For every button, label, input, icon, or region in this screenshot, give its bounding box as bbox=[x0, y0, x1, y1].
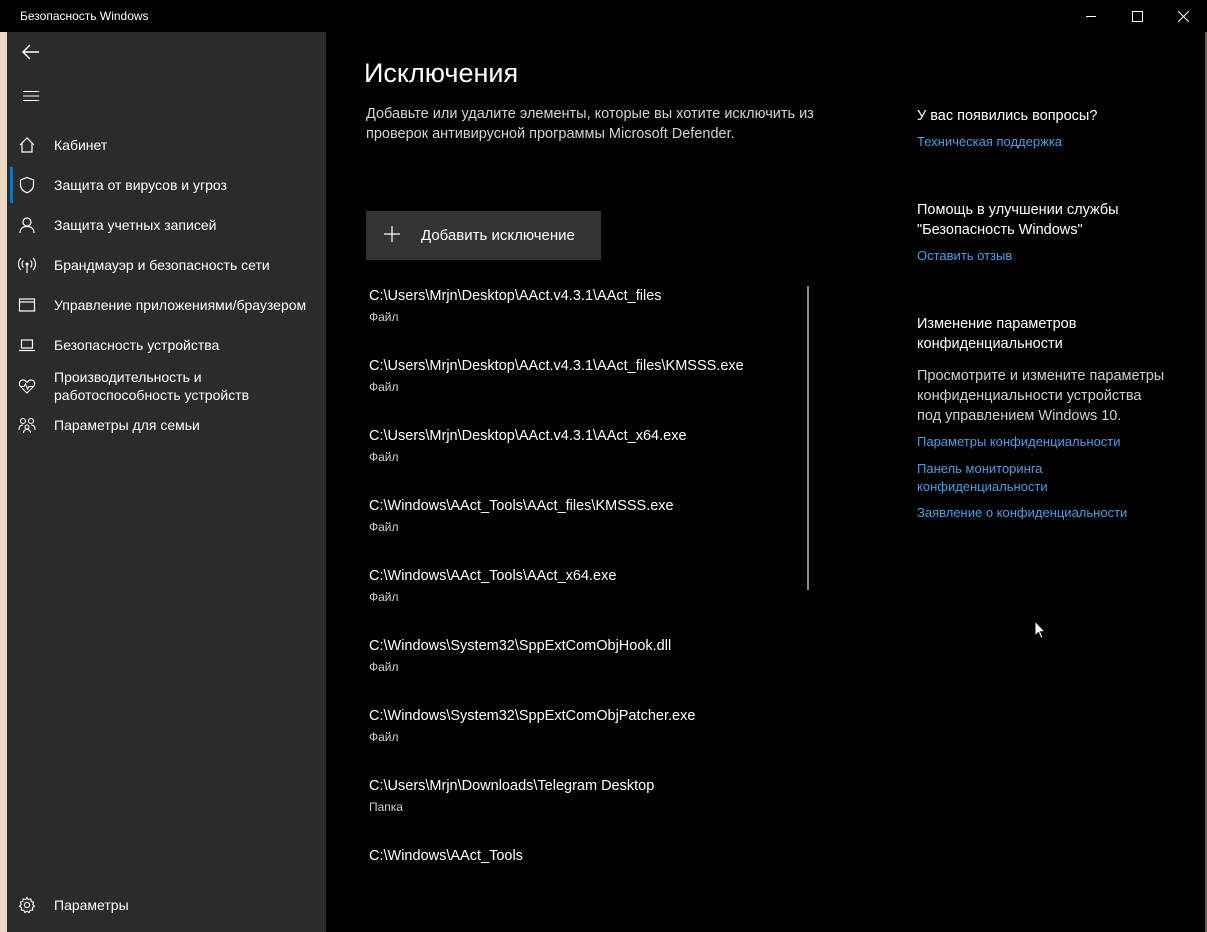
mouse-pointer-icon bbox=[1034, 619, 1047, 645]
sidebar-item-label: Защита учетных записей bbox=[54, 217, 217, 233]
sidebar-item-firewall[interactable]: Брандмауэр и безопасность сети bbox=[7, 247, 326, 283]
close-icon bbox=[1177, 10, 1189, 22]
exclusion-type: Файл bbox=[369, 730, 399, 744]
family-icon bbox=[17, 415, 37, 435]
sidebar-item-family-options[interactable]: Параметры для семьи bbox=[7, 407, 326, 443]
app-window-icon bbox=[17, 295, 37, 315]
person-icon bbox=[17, 215, 37, 235]
vertical-scrollbar[interactable] bbox=[807, 286, 809, 590]
add-exclusion-label: Добавить исключение bbox=[421, 227, 575, 244]
exclusion-item[interactable]: C:\Windows\System32\SppExtComObjHook.dll… bbox=[369, 637, 799, 697]
exclusion-type: Файл bbox=[369, 660, 399, 674]
sidebar-item-label: Брандмауэр и безопасность сети bbox=[54, 257, 270, 273]
exclusion-path: C:\Users\Mrjn\Downloads\Telegram Desktop bbox=[369, 778, 655, 794]
sidebar-item-label: Производительность и работоспособность у… bbox=[54, 369, 250, 403]
exclusion-item[interactable]: C:\Windows\System32\SppExtComObjPatcher.… bbox=[369, 707, 799, 767]
exclusion-path: C:\Users\Mrjn\Desktop\AAct.v4.3.1\AAct_f… bbox=[369, 358, 744, 374]
exclusion-type: Файл bbox=[369, 310, 399, 324]
heart-pulse-icon bbox=[17, 376, 37, 396]
sidebar-item-home[interactable]: Кабинет bbox=[7, 127, 326, 163]
exclusion-path: C:\Windows\System32\SppExtComObjPatcher.… bbox=[369, 708, 696, 724]
gear-icon bbox=[17, 895, 37, 915]
privacy-dashboard-link[interactable]: Панель мониторинга конфиденциальности bbox=[917, 460, 1087, 496]
desktop-background-edge bbox=[0, 32, 7, 932]
improve-heading: Помощь в улучшении службы "Безопасность … bbox=[917, 202, 1119, 238]
add-exclusion-button[interactable]: Добавить исключение bbox=[366, 211, 601, 260]
sidebar: Кабинет Защита от вирусов и угроз Защита… bbox=[7, 32, 326, 932]
questions-heading: У вас появились вопросы? bbox=[917, 108, 1098, 124]
sidebar-item-label: Параметры bbox=[54, 897, 129, 913]
privacy-settings-link[interactable]: Параметры конфиденциальности bbox=[917, 433, 1167, 451]
exclusion-path: C:\Windows\AAct_Tools\AAct_x64.exe bbox=[369, 568, 617, 584]
sidebar-item-label: Кабинет bbox=[54, 137, 108, 153]
exclusion-item[interactable]: C:\Users\Mrjn\Desktop\AAct.v4.3.1\AAct_x… bbox=[369, 427, 799, 487]
exclusion-item[interactable]: C:\Windows\AAct_Tools\AAct_files\KMSSS.e… bbox=[369, 497, 799, 557]
back-arrow-icon bbox=[22, 44, 39, 60]
maximize-button[interactable] bbox=[1114, 0, 1160, 32]
sidebar-item-account-protection[interactable]: Защита учетных записей bbox=[7, 207, 326, 243]
exclusion-type: Папка bbox=[369, 800, 403, 814]
exclusion-path: C:\Users\Mrjn\Desktop\AAct.v4.3.1\AAct_x… bbox=[369, 428, 687, 444]
sidebar-item-app-browser[interactable]: Управление приложениями/браузером bbox=[7, 287, 326, 323]
help-section: У вас появились вопросы? Техническая под… bbox=[917, 106, 1167, 151]
laptop-icon bbox=[17, 335, 37, 355]
app-window: Безопасность Windows Кабинет Защита от в… bbox=[0, 0, 1207, 932]
minimize-icon bbox=[1085, 15, 1096, 17]
privacy-text: Просмотрите и измените параметры конфиде… bbox=[917, 368, 1165, 424]
sidebar-item-device-security[interactable]: Безопасность устройства bbox=[7, 327, 326, 363]
home-icon bbox=[17, 135, 37, 155]
hamburger-menu-icon bbox=[23, 91, 39, 101]
page-title: Исключения bbox=[364, 58, 519, 88]
exclusion-path: C:\Windows\AAct_Tools bbox=[369, 848, 523, 864]
exclusion-type: Файл bbox=[369, 590, 399, 604]
feedback-link[interactable]: Оставить отзыв bbox=[917, 247, 1167, 265]
sidebar-item-virus-protection[interactable]: Защита от вирусов и угроз bbox=[7, 167, 326, 203]
sidebar-item-label: Управление приложениями/браузером bbox=[54, 297, 307, 313]
plus-icon bbox=[384, 226, 400, 246]
sidebar-item-label: Защита от вирусов и угроз bbox=[54, 177, 227, 193]
exclusion-item[interactable]: C:\Users\Mrjn\Desktop\AAct.v4.3.1\AAct_f… bbox=[369, 287, 799, 347]
feedback-section: Помощь в улучшении службы "Безопасность … bbox=[917, 200, 1167, 265]
back-button[interactable] bbox=[7, 32, 55, 72]
title-bar: Безопасность Windows bbox=[0, 0, 1207, 32]
support-link[interactable]: Техническая поддержка bbox=[917, 133, 1167, 151]
exclusion-path: C:\Users\Mrjn\Desktop\AAct.v4.3.1\AAct_f… bbox=[369, 288, 662, 304]
sidebar-item-settings[interactable]: Параметры bbox=[7, 887, 326, 923]
sidebar-item-label: Параметры для семьи bbox=[54, 417, 200, 433]
exclusion-item[interactable]: C:\Users\Mrjn\Desktop\AAct.v4.3.1\AAct_f… bbox=[369, 357, 799, 417]
privacy-heading: Изменение параметров конфиденциальности bbox=[917, 316, 1077, 352]
sidebar-item-label: Безопасность устройства bbox=[54, 337, 220, 353]
maximize-icon bbox=[1131, 10, 1143, 22]
privacy-statement-link[interactable]: Заявление о конфиденциальности bbox=[917, 504, 1167, 522]
minimize-button[interactable] bbox=[1068, 0, 1114, 32]
exclusion-path: C:\Windows\System32\SppExtComObjHook.dll bbox=[369, 638, 672, 654]
window-title: Безопасность Windows bbox=[20, 9, 149, 23]
exclusion-item[interactable]: C:\Users\Mrjn\Downloads\Telegram Desktop… bbox=[369, 777, 799, 837]
exclusion-type: Файл bbox=[369, 380, 399, 394]
close-button[interactable] bbox=[1160, 0, 1206, 32]
shield-icon bbox=[17, 175, 37, 195]
privacy-section: Изменение параметров конфиденциальности … bbox=[917, 314, 1167, 522]
exclusion-item[interactable]: C:\Windows\AAct_Tools\AAct_x64.exe Файл bbox=[369, 567, 799, 627]
exclusion-path: C:\Windows\AAct_Tools\AAct_files\KMSSS.e… bbox=[369, 498, 674, 514]
exclusion-type: Файл bbox=[369, 520, 399, 534]
exclusion-type: Файл bbox=[369, 450, 399, 464]
exclusion-item[interactable]: C:\Windows\AAct_Tools bbox=[369, 847, 799, 907]
menu-button[interactable] bbox=[7, 76, 55, 116]
sidebar-item-device-performance[interactable]: Производительность и работоспособность у… bbox=[7, 366, 326, 406]
wifi-antenna-icon bbox=[17, 255, 37, 275]
page-description: Добавьте или удалите элементы, которые в… bbox=[366, 106, 814, 142]
